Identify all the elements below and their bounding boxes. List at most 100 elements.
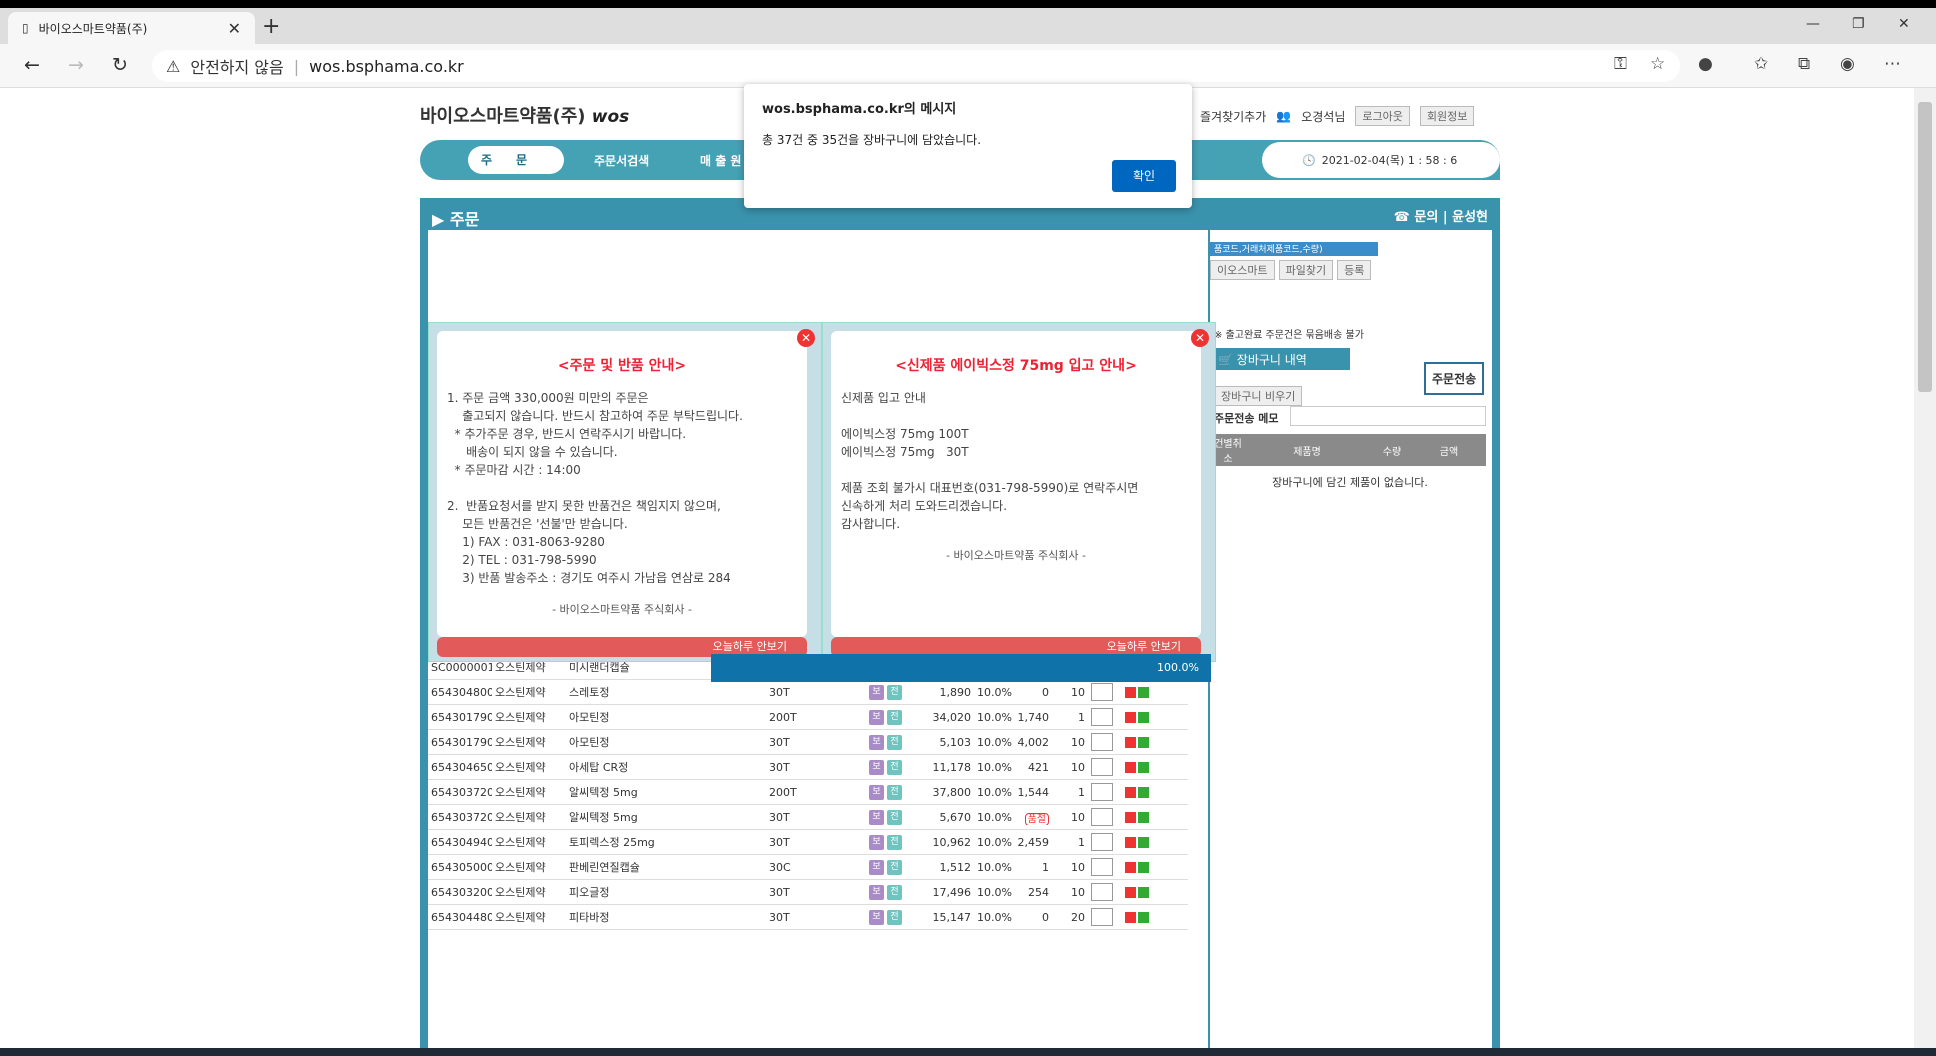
clock-icon: 🕓 — [1302, 153, 1316, 167]
back-icon[interactable]: ← — [24, 54, 40, 76]
action-cell — [1122, 836, 1152, 848]
cart-icon: 🛒 — [1218, 353, 1233, 367]
action-cell — [1122, 861, 1152, 873]
quantity-input[interactable] — [1091, 833, 1113, 851]
table-row: 654303720 오스틴제약 알씨텍정 5mg 30T 보 전 5,670 10.0% 품절 1… — [428, 805, 1188, 830]
type-badges: 보전 — [866, 909, 914, 925]
browser-tab[interactable]: ▯ 바이오스마트약품(주) ✕ — [8, 12, 255, 44]
checkbox-green-icon[interactable] — [1138, 711, 1149, 723]
close-window-icon[interactable]: ✕ — [1898, 16, 1910, 32]
new-tab-icon[interactable]: + — [262, 14, 280, 39]
checkbox-red-icon[interactable] — [1125, 686, 1136, 698]
col-product: 제품명 — [1293, 446, 1321, 458]
product-name: 스레토정 — [569, 686, 610, 699]
add-bookmark-link[interactable]: 즐겨찾기추가 — [1200, 108, 1266, 125]
table-row: 654301790 오스틴제약 아모틴정 200T 보 전 34,020 10.0% 1,740… — [428, 705, 1188, 730]
user-name: 오경석님 — [1301, 109, 1346, 124]
rate: 10.0% — [977, 810, 1012, 824]
inquiry-label[interactable]: 문의 — [1414, 210, 1438, 225]
quantity-input[interactable] — [1091, 758, 1113, 776]
close-tab-icon[interactable]: ✕ — [228, 19, 241, 38]
close-icon[interactable]: ✕ — [1191, 329, 1209, 347]
memo-input[interactable] — [1290, 406, 1486, 426]
quantity-input[interactable] — [1091, 683, 1113, 701]
minimize-icon[interactable]: — — [1806, 16, 1820, 32]
key-icon[interactable]: ⚿ — [1614, 54, 1627, 74]
address-bar[interactable]: ⚠ 안전하지 않음 | wos.bsphama.co.kr — [152, 50, 1680, 82]
browser-window: ▯ 바이오스마트약품(주) ✕ + — ❐ ✕ ← → ↻ ⚠ 안전하지 않음 … — [0, 8, 1936, 1056]
menu-order[interactable]: 주문 — [468, 146, 564, 174]
menu-sales[interactable]: 매 출 원 — [700, 152, 741, 169]
checkbox-green-icon[interactable] — [1138, 786, 1149, 798]
checkbox-green-icon[interactable] — [1138, 911, 1149, 923]
product-name: 아모틴정 — [569, 736, 610, 749]
checkbox-red-icon[interactable] — [1125, 811, 1136, 823]
quantity-input[interactable] — [1091, 908, 1113, 926]
send-order-button[interactable]: 주문전송 — [1424, 362, 1485, 395]
quantity-input[interactable] — [1091, 883, 1113, 901]
checkbox-red-icon[interactable] — [1125, 861, 1136, 873]
checkbox-green-icon[interactable] — [1138, 861, 1149, 873]
profile-icon[interactable]: ◉ — [1840, 54, 1855, 74]
product-code: 654303200 — [431, 885, 492, 899]
notice-title: <신제품 에이빅스정 75mg 입고 안내> — [895, 358, 1137, 374]
checkbox-green-icon[interactable] — [1138, 836, 1149, 848]
cart-table-header: 건별취소 제품명 수량 금액 — [1214, 434, 1486, 466]
forward-icon[interactable]: → — [68, 54, 84, 76]
quantity-input[interactable] — [1091, 858, 1113, 876]
qty-cell — [1088, 858, 1122, 876]
checkbox-green-icon[interactable] — [1138, 811, 1149, 823]
checkbox-red-icon[interactable] — [1125, 761, 1136, 773]
quantity-input[interactable] — [1091, 783, 1113, 801]
package: 30T — [769, 910, 790, 924]
product-code: 654304480 — [431, 910, 492, 924]
register-button[interactable]: 등록 — [1337, 260, 1372, 280]
favorites-icon[interactable]: ✩ — [1754, 54, 1768, 74]
checkbox-red-icon[interactable] — [1125, 711, 1136, 723]
checkbox-red-icon[interactable] — [1125, 911, 1136, 923]
close-icon[interactable]: ✕ — [797, 329, 815, 347]
quantity-input[interactable] — [1091, 808, 1113, 826]
package: 30C — [769, 860, 791, 874]
url-separator: | — [293, 56, 300, 76]
rate: 10.0% — [977, 885, 1012, 899]
logout-button[interactable]: 로그아웃 — [1355, 106, 1410, 126]
package: 30T — [769, 835, 790, 849]
status-badge: 전 — [887, 684, 902, 700]
file-find-button[interactable]: 파일찾기 — [1278, 260, 1334, 280]
warning-icon: ⚠ — [166, 56, 181, 76]
dialog-ok-button[interactable]: 확인 — [1112, 160, 1176, 192]
member-info-button[interactable]: 회원정보 — [1419, 106, 1475, 126]
url-text: wos.bsphama.co.kr — [309, 56, 464, 76]
reload-icon[interactable]: ↻ — [112, 54, 128, 76]
checkbox-green-icon[interactable] — [1138, 686, 1149, 698]
extension-icon[interactable]: ● — [1698, 54, 1713, 74]
quantity-input[interactable] — [1091, 708, 1113, 726]
price: 1,512 — [939, 860, 972, 874]
company-input[interactable]: 이오스마트 — [1210, 260, 1275, 280]
checkbox-red-icon[interactable] — [1125, 736, 1136, 748]
checkbox-red-icon[interactable] — [1125, 786, 1136, 798]
more-icon[interactable]: ⋯ — [1884, 54, 1901, 74]
status-badge: 전 — [887, 884, 902, 900]
add-favorite-icon[interactable]: ☆ — [1650, 54, 1665, 74]
quantity-input[interactable] — [1091, 733, 1113, 751]
action-cell — [1122, 736, 1152, 748]
checkbox-red-icon[interactable] — [1125, 836, 1136, 848]
checkbox-green-icon[interactable] — [1138, 761, 1149, 773]
restore-icon[interactable]: ❐ — [1852, 16, 1865, 32]
checkbox-green-icon[interactable] — [1138, 736, 1149, 748]
checkbox-red-icon[interactable] — [1125, 886, 1136, 898]
table-row: 654304940 오스틴제약 토피렉스정 25mg 30T 보 전 10,962 10.0%… — [428, 830, 1188, 855]
checkbox-green-icon[interactable] — [1138, 886, 1149, 898]
scrollbar-thumb[interactable] — [1918, 102, 1932, 392]
empty-cart-button[interactable]: 장바구니 비우기 — [1214, 386, 1303, 406]
price: 10,962 — [932, 835, 972, 849]
menu-order-search[interactable]: 주문서검색 — [594, 152, 649, 169]
taskbar — [0, 1048, 1936, 1056]
collections-icon[interactable]: ⧉ — [1798, 54, 1810, 74]
page-scrollbar[interactable] — [1914, 88, 1936, 1056]
site-logo: 바이오스마트약품(주) wos — [420, 102, 629, 128]
price: 11,178 — [932, 760, 972, 774]
page-icon: ▯ — [22, 21, 29, 35]
